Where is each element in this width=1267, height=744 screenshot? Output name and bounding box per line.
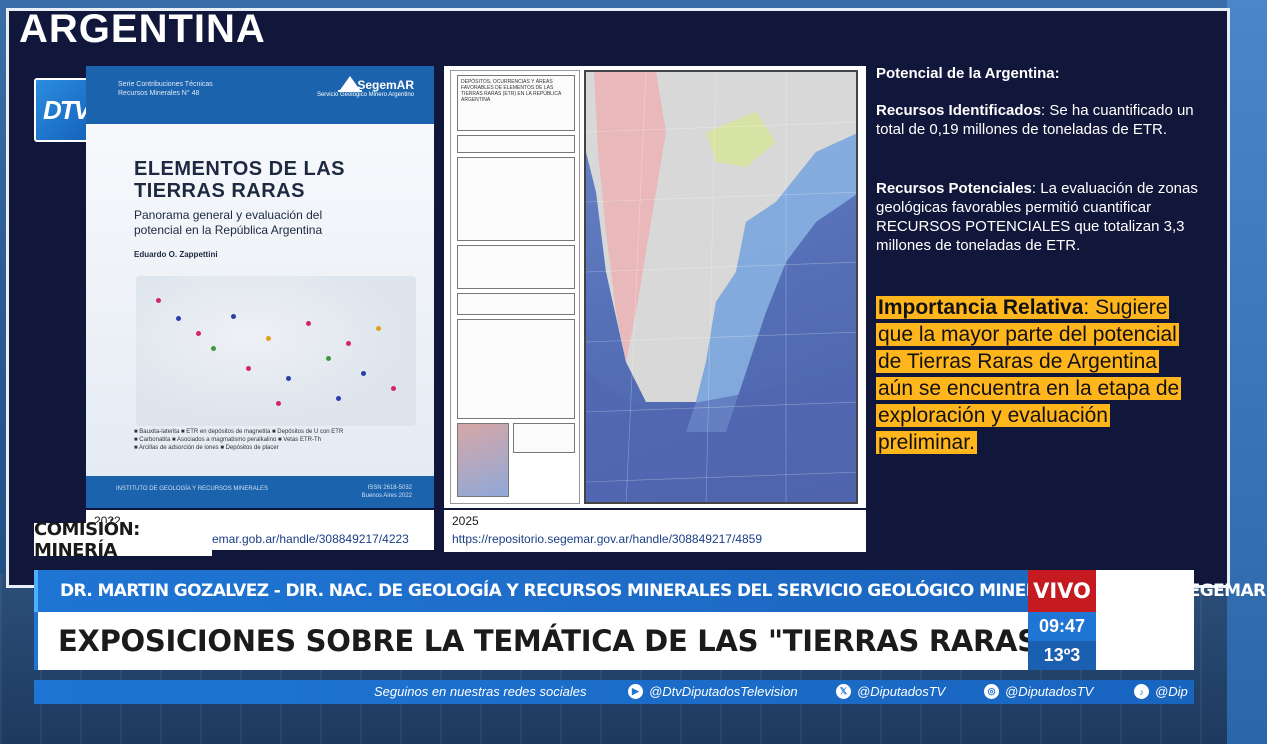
- map-deposit-dot: [346, 341, 351, 346]
- map-deposit-dot: [286, 376, 291, 381]
- map-deposit-dot: [196, 331, 201, 336]
- map-poster-2025: DEPÓSITOS, OCURRENCIAS Y ÁREAS FAVORABLE…: [444, 66, 866, 508]
- map-deposit-dot: [156, 298, 161, 303]
- cover-subtitle-line1: Panorama general y evaluación del: [134, 208, 323, 222]
- logo-area: [1096, 570, 1194, 670]
- segemar-logo: SegemAR Servicio Geológico Minero Argent…: [317, 78, 414, 98]
- cover-legend: ■ Bauxita-laterita ■ ETR en depósitos de…: [134, 429, 344, 451]
- importance-highlight: Importancia Relativa: Sugiere que la may…: [876, 294, 1196, 456]
- poster-legend-box: [457, 157, 575, 241]
- poster-legend-box: [457, 245, 575, 289]
- cover-title-line1: ELEMENTOS DE LAS: [134, 158, 345, 180]
- ticker-item: ♪ @Dip: [1134, 684, 1188, 699]
- social-ticker: Seguinos en nuestras redes sociales ▶ @D…: [34, 680, 1194, 704]
- live-badge: VIVO: [1028, 570, 1096, 612]
- map-deposit-dot: [266, 336, 271, 341]
- importance-label: Importancia Relativa: [878, 296, 1084, 319]
- cover-author: Eduardo O. Zappettini: [134, 250, 218, 259]
- poster-legend-box: [457, 293, 575, 315]
- poster-legend-box: [457, 319, 575, 419]
- caption-2022-link[interactable]: emar.gob.ar/handle/308849217/4223: [212, 532, 409, 546]
- map-deposit-dot: [211, 346, 216, 351]
- ticker-item: ◎ @DiputadosTV: [984, 684, 1093, 699]
- panel-heading: Potencial de la Argentina:: [876, 65, 1060, 82]
- caption-2025-link[interactable]: https://repositorio.segemar.gov.ar/handl…: [452, 532, 762, 546]
- cover-series: Serie Contribuciones Técnicas Recursos M…: [118, 81, 213, 97]
- cover-footer: INSTITUTO DE GEOLOGÍA Y RECURSOS MINERAL…: [86, 476, 434, 508]
- temperature: 13º3: [1028, 641, 1096, 670]
- poster-inset-map: [457, 423, 509, 497]
- map-deposit-dot: [376, 326, 381, 331]
- x-icon: 𝕏: [836, 684, 851, 699]
- speaker-bar: DR. MARTIN GOZALVEZ - DIR. NAC. DE GEOLO…: [34, 570, 1267, 612]
- ticker-handle: @DiputadosTV: [857, 684, 946, 699]
- identified-resources: Recursos Identificados: Se ha cuantifica…: [876, 101, 1206, 139]
- importance-text: : Sugiere que la mayor parte del potenci…: [878, 296, 1180, 454]
- map-deposit-dot: [176, 316, 181, 321]
- poster-legend-box: [457, 135, 575, 153]
- ticker-handle: @Dip: [1155, 684, 1188, 699]
- cover-footer-left: INSTITUTO DE GEOLOGÍA Y RECURSOS MINERAL…: [116, 486, 269, 492]
- tiktok-icon: ♪: [1134, 684, 1149, 699]
- document-cover-2022: Serie Contribuciones Técnicas Recursos M…: [86, 66, 434, 508]
- ticker-intro: Seguinos en nuestras redes sociales: [374, 684, 586, 699]
- map-deposit-dot: [336, 396, 341, 401]
- argentina-map-svg: [586, 72, 856, 502]
- caption-2025-year: 2025: [452, 514, 479, 528]
- map-deposit-dot: [361, 371, 366, 376]
- poster-legend-column: DEPÓSITOS, OCURRENCIAS Y ÁREAS FAVORABLE…: [450, 70, 580, 504]
- cover-title-line2: TIERRAS RARAS: [134, 180, 305, 202]
- background-edge: [1227, 0, 1267, 744]
- ticker-handle: @DiputadosTV: [1005, 684, 1094, 699]
- cover-title: ELEMENTOS DE LAS TIERRAS RARAS: [134, 158, 345, 202]
- cover-subtitle: Panorama general y evaluación del potenc…: [134, 208, 322, 238]
- poster-header-box: DEPÓSITOS, OCURRENCIAS Y ÁREAS FAVORABLE…: [457, 75, 575, 131]
- ticker-handle: @DtvDiputadosTelevision: [649, 684, 798, 699]
- cover-header: Serie Contribuciones Técnicas Recursos M…: [86, 66, 434, 124]
- headline-bar: EXPOSICIONES SOBRE LA TEMÁTICA DE LAS "T…: [34, 612, 1053, 670]
- slide-title: ARGENTINA: [19, 7, 266, 51]
- map-deposit-dot: [326, 356, 331, 361]
- map-deposit-dot: [246, 366, 251, 371]
- argentina-map: [584, 70, 858, 504]
- poster-legend-box: [513, 423, 575, 453]
- ticker-item: 𝕏 @DiputadosTV: [836, 684, 945, 699]
- caption-2025: 2025 https://repositorio.segemar.gov.ar/…: [444, 510, 866, 552]
- map-deposit-dot: [231, 314, 236, 319]
- clock-time: 09:47: [1028, 612, 1096, 641]
- segemar-logo-name: SegemAR: [357, 78, 414, 92]
- commission-tag: COMISIÓN: MINERÍA: [34, 519, 212, 561]
- identified-label: Recursos Identificados: [876, 102, 1042, 119]
- potential-label: Recursos Potenciales: [876, 180, 1032, 197]
- cover-footer-right: ISSN 2618-5032 Buenos Aires 2022: [361, 485, 412, 499]
- world-deposits-map: [136, 276, 416, 426]
- ticker-intro-text: Seguinos en nuestras redes sociales: [374, 684, 587, 699]
- cover-subtitle-line2: potencial en la República Argentina: [134, 223, 323, 237]
- map-deposit-dot: [276, 401, 281, 406]
- map-deposit-dot: [391, 386, 396, 391]
- segemar-logo-sub: Servicio Geológico Minero Argentino: [316, 92, 414, 98]
- instagram-icon: ◎: [984, 684, 999, 699]
- youtube-icon: ▶: [628, 684, 643, 699]
- potential-resources: Recursos Potenciales: La evaluación de z…: [876, 179, 1206, 255]
- ticker-item: ▶ @DtvDiputadosTelevision: [628, 684, 798, 699]
- map-deposit-dot: [306, 321, 311, 326]
